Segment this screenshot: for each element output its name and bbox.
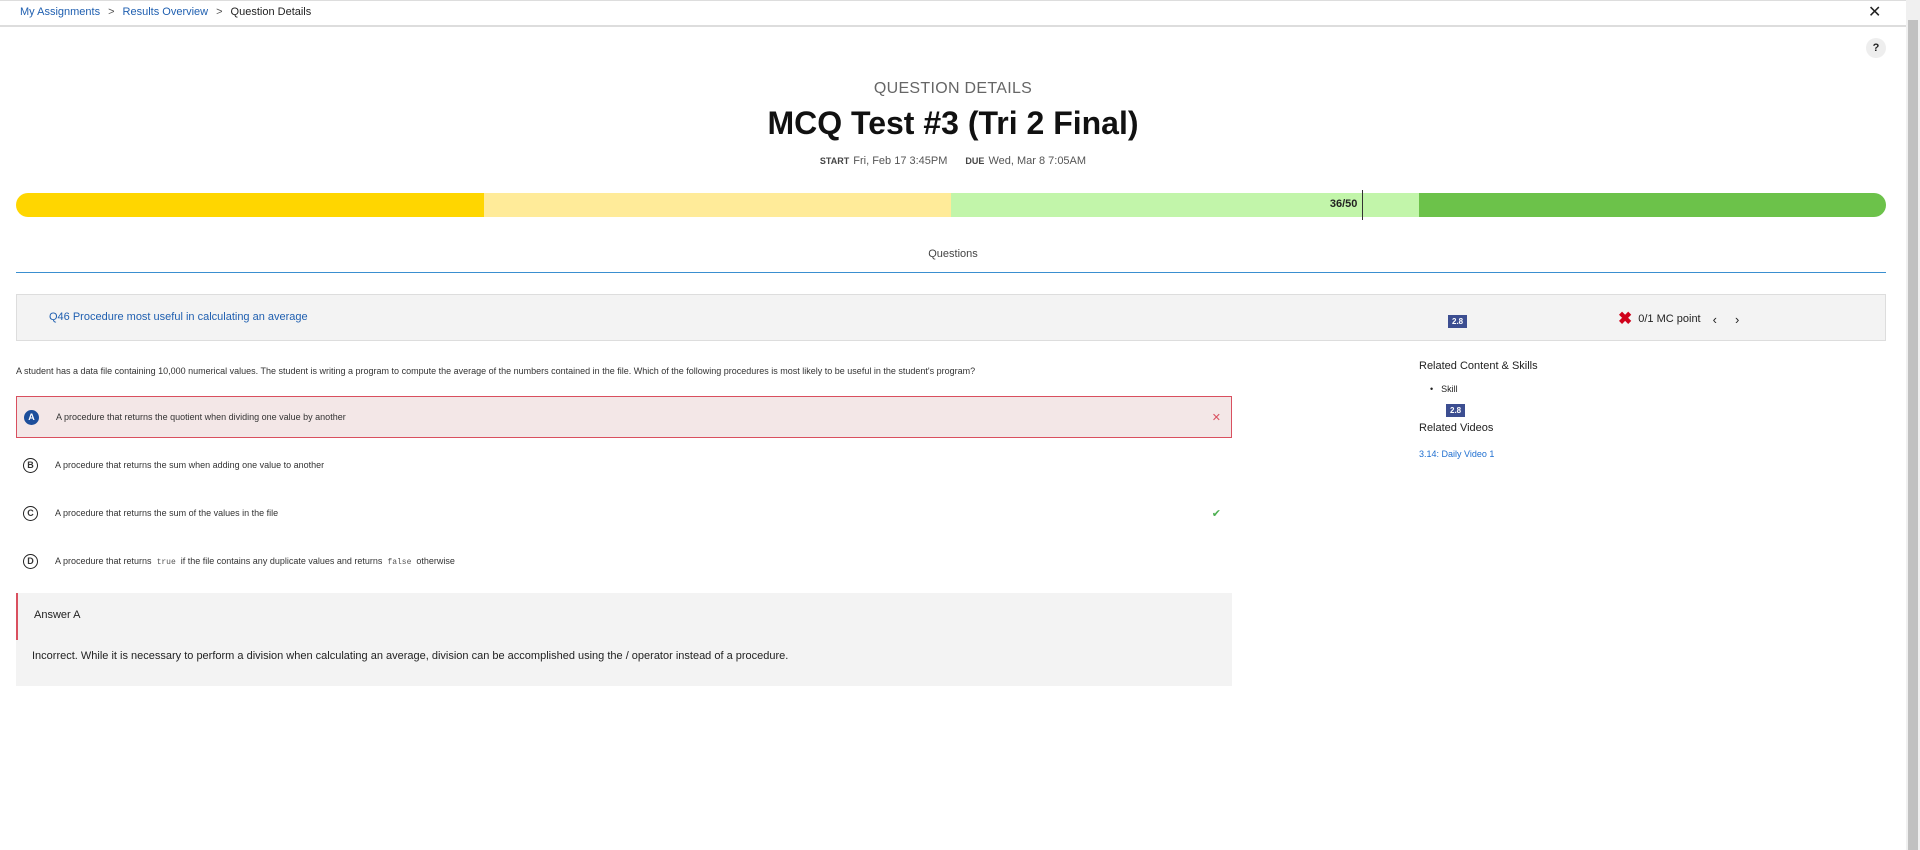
tab-underline — [16, 272, 1886, 273]
option-d[interactable]: D A procedure that returns true if the file… — [16, 540, 1232, 582]
option-letter: A — [24, 409, 39, 425]
skill-badge[interactable]: 2.8 — [1446, 404, 1466, 417]
breadcrumb-current: Question Details — [230, 6, 312, 18]
code-false: false — [387, 557, 412, 567]
breadcrumb-my-assignments[interactable]: My Assignments — [20, 6, 100, 18]
related-videos-title: Related Videos — [1419, 422, 1494, 434]
option-a[interactable]: A A procedure that returns the quotient w… — [16, 396, 1232, 438]
previous-question-icon[interactable]: ‹ — [1713, 312, 1717, 327]
option-text: A procedure that returns the sum of the … — [55, 508, 279, 518]
option-text: A procedure that returns the sum when ad… — [55, 460, 325, 470]
video-link[interactable]: 3.14: Daily Video 1 — [1419, 449, 1494, 459]
next-question-icon[interactable]: › — [1735, 312, 1739, 327]
start-label: START — [819, 156, 850, 166]
scrollbar-thumb[interactable] — [1908, 20, 1918, 850]
score-progress-bar — [16, 193, 1886, 217]
question-title[interactable]: Q46 Procedure most useful in calculating… — [49, 311, 308, 323]
answer-explanation-box — [16, 593, 1232, 686]
tab-questions[interactable]: Questions — [0, 248, 1906, 260]
due-date: Wed, Mar 8 7:05AM — [988, 155, 1087, 167]
text-part: if the file contains any duplicate value… — [180, 555, 383, 566]
score-label: 36/50 — [1329, 198, 1358, 210]
option-letter: B — [23, 457, 38, 473]
page-title: MCQ Test #3 (Tri 2 Final) — [767, 105, 1139, 141]
close-icon[interactable]: ✕ — [1868, 2, 1881, 22]
skill-item: • Skill — [1430, 384, 1458, 394]
option-c[interactable]: C A procedure that returns the sum of the… — [16, 492, 1232, 534]
breadcrumb: My Assignments > Results Overview > Question… — [20, 6, 311, 18]
bar-segment-4 — [1418, 193, 1886, 217]
skill-label: Skill — [1441, 384, 1458, 394]
breadcrumb-results-overview[interactable]: Results Overview — [123, 6, 209, 18]
dates: START Fri, Feb 17 3:45PM DUE Wed, Mar 8 7:0… — [0, 155, 1906, 167]
help-icon[interactable]: ? — [1866, 38, 1886, 58]
chevron-right-icon: > — [108, 6, 115, 18]
page-subtitle: QUESTION DETAILS — [873, 80, 1033, 97]
option-text: A procedure that returns true if the file … — [55, 556, 455, 567]
points-label: 0/1 MC point — [1638, 313, 1701, 325]
incorrect-icon: ✕ — [1211, 411, 1221, 424]
bar-segment-2 — [483, 193, 951, 217]
option-letter: D — [23, 553, 38, 569]
answer-indicator — [16, 593, 18, 640]
text-part: A procedure that returns — [55, 555, 152, 566]
start-date: Fri, Feb 17 3:45PM — [853, 155, 948, 167]
answer-label: Answer A — [34, 609, 81, 621]
check-icon: ✔ — [1211, 507, 1221, 520]
option-letter: C — [23, 505, 38, 521]
points: ✖ 0/1 MC point ‹ › — [1618, 309, 1739, 329]
incorrect-icon: ✖ — [1618, 309, 1633, 328]
text-part: otherwise — [416, 555, 455, 566]
answer-explanation: Incorrect. While it is necessary to perf… — [32, 650, 789, 662]
skill-badge[interactable]: 2.8 — [1448, 315, 1468, 328]
related-content-title: Related Content & Skills — [1419, 360, 1538, 372]
chevron-right-icon: > — [216, 6, 223, 18]
due-label: DUE — [965, 156, 985, 166]
score-marker — [1362, 190, 1364, 220]
option-text: A procedure that returns the quotient wh… — [56, 412, 346, 422]
bar-segment-1 — [16, 193, 484, 217]
question-stem: A student has a data file containing 10,… — [16, 366, 976, 376]
code-true: true — [156, 557, 176, 567]
option-b[interactable]: B A procedure that returns the sum when a… — [16, 444, 1232, 486]
